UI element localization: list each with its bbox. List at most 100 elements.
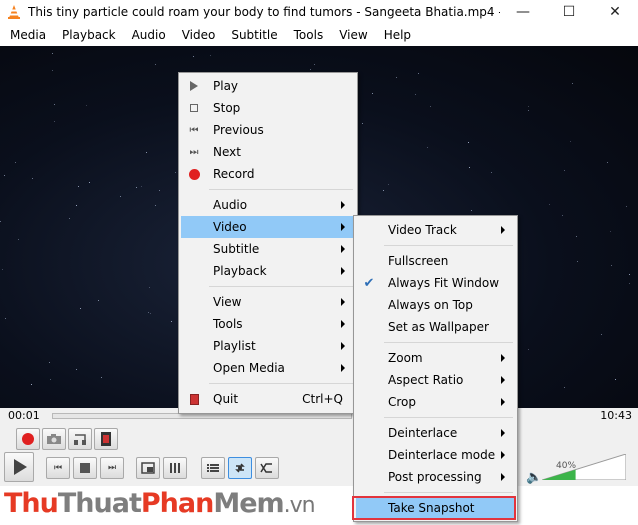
submenu-item-always-fit-window[interactable]: ✔ Always Fit Window: [356, 272, 515, 294]
submenu-item-zoom[interactable]: Zoom: [356, 347, 515, 369]
loop-ab-button[interactable]: [68, 428, 92, 450]
star-dot: [31, 384, 32, 385]
watermark-part-4: Mem: [213, 488, 284, 519]
menu-audio[interactable]: Audio: [124, 24, 174, 46]
playlist-button[interactable]: [201, 457, 225, 479]
record-button[interactable]: [16, 428, 40, 450]
submenu-item-crop[interactable]: Crop: [356, 391, 515, 413]
star-dot: [80, 308, 81, 309]
menu-item-view[interactable]: View: [181, 291, 355, 313]
close-button[interactable]: ✕: [592, 0, 638, 24]
playlist-icon: [207, 464, 219, 472]
star-dot: [372, 93, 373, 94]
menu-view[interactable]: View: [331, 24, 375, 46]
menu-item-video[interactable]: Video: [181, 216, 355, 238]
next-icon: ⏭: [189, 146, 199, 158]
minimize-button[interactable]: —: [500, 0, 546, 24]
menu-item-label: Deinterlace mode: [388, 448, 496, 462]
submenu-item-video-track[interactable]: Video Track: [356, 219, 515, 241]
star-dot: [193, 56, 194, 57]
menu-item-tools[interactable]: Tools: [181, 313, 355, 335]
speaker-icon[interactable]: 🔈: [526, 470, 542, 485]
menu-media[interactable]: Media: [2, 24, 54, 46]
star-dot: [564, 170, 565, 171]
previous-button[interactable]: ⏮: [46, 457, 70, 479]
checkmark-icon: ✔: [363, 275, 375, 291]
star-dot: [15, 162, 16, 163]
submenu-arrow-icon: [341, 267, 345, 275]
star-dot: [101, 377, 102, 378]
context-menu: Play Stop ⏮ Previous ⏭ Next Record Audio…: [178, 72, 358, 414]
menu-item-stop[interactable]: Stop: [181, 97, 355, 119]
menu-item-open-media[interactable]: Open Media: [181, 357, 355, 379]
submenu-arrow-icon: [341, 364, 345, 372]
menu-item-playback[interactable]: Playback: [181, 260, 355, 282]
star-dot: [310, 69, 311, 70]
snapshot-button[interactable]: [42, 428, 66, 450]
menu-video[interactable]: Video: [174, 24, 224, 46]
submenu-item-fullscreen[interactable]: Fullscreen: [356, 250, 515, 272]
watermark-part-3: Phan: [140, 488, 214, 519]
stop-icon: [80, 463, 90, 473]
snapshot-highlight-outline: [352, 496, 516, 520]
menu-help[interactable]: Help: [376, 24, 419, 46]
star-dot: [54, 121, 55, 122]
submenu-arrow-icon: [501, 398, 505, 406]
star-dot: [155, 205, 156, 206]
star-dot: [607, 162, 608, 163]
star-dot: [383, 190, 384, 191]
previous-icon: ⏮: [189, 124, 199, 136]
menu-tools[interactable]: Tools: [286, 24, 332, 46]
shuffle-button[interactable]: [255, 457, 279, 479]
menu-item-label: Record: [213, 167, 255, 181]
submenu-item-deinterlace[interactable]: Deinterlace: [356, 422, 515, 444]
volume-slider[interactable]: [542, 454, 626, 480]
menu-item-label: Play: [213, 79, 239, 93]
watermark-part-1: Thu: [4, 488, 59, 519]
star-dot: [171, 321, 172, 322]
submenu-item-aspect-ratio[interactable]: Aspect Ratio: [356, 369, 515, 391]
play-button[interactable]: [4, 452, 34, 482]
menu-separator: [384, 245, 513, 246]
menu-item-audio[interactable]: Audio: [181, 194, 355, 216]
submenu-item-post-processing[interactable]: Post processing: [356, 466, 515, 488]
menu-playback[interactable]: Playback: [54, 24, 124, 46]
submenu-item-always-on-top[interactable]: Always on Top: [356, 294, 515, 316]
menu-item-quit[interactable]: Quit Ctrl+Q: [181, 388, 355, 410]
submenu-arrow-icon: [341, 201, 345, 209]
submenu-arrow-icon: [501, 354, 505, 362]
star-dot: [611, 265, 612, 266]
star-dot: [76, 369, 77, 370]
frame-by-frame-button[interactable]: [94, 428, 118, 450]
star-dot: [149, 287, 150, 288]
menu-separator: [384, 342, 513, 343]
menu-item-label: Fullscreen: [388, 254, 449, 268]
submenu-item-deinterlace-mode[interactable]: Deinterlace mode: [356, 444, 515, 466]
menu-subtitle[interactable]: Subtitle: [223, 24, 285, 46]
menu-separator: [209, 383, 353, 384]
star-dot: [528, 106, 529, 107]
star-dot: [155, 64, 156, 65]
menu-item-subtitle[interactable]: Subtitle: [181, 238, 355, 260]
menu-item-previous[interactable]: ⏮ Previous: [181, 119, 355, 141]
next-button[interactable]: ⏭: [100, 457, 124, 479]
submenu-arrow-icon: [341, 245, 345, 253]
menu-item-label: Zoom: [388, 351, 423, 365]
stop-button[interactable]: [73, 457, 97, 479]
menu-item-record[interactable]: Record: [181, 163, 355, 185]
star-dot: [469, 167, 470, 168]
loop-button[interactable]: [228, 457, 252, 479]
maximize-button[interactable]: ☐: [546, 0, 592, 24]
menu-bar: Media Playback Audio Video Subtitle Tool…: [0, 24, 638, 46]
record-icon: [187, 167, 201, 181]
menu-item-play[interactable]: Play: [181, 75, 355, 97]
menu-item-label: Crop: [388, 395, 417, 409]
star-dot: [54, 104, 55, 105]
extended-settings-button[interactable]: [163, 457, 187, 479]
star-dot: [141, 186, 142, 187]
submenu-item-set-as-wallpaper[interactable]: Set as Wallpaper: [356, 316, 515, 338]
menu-item-playlist[interactable]: Playlist: [181, 335, 355, 357]
menu-item-label: Aspect Ratio: [388, 373, 464, 387]
fullscreen-button[interactable]: [136, 457, 160, 479]
menu-item-next[interactable]: ⏭ Next: [181, 141, 355, 163]
